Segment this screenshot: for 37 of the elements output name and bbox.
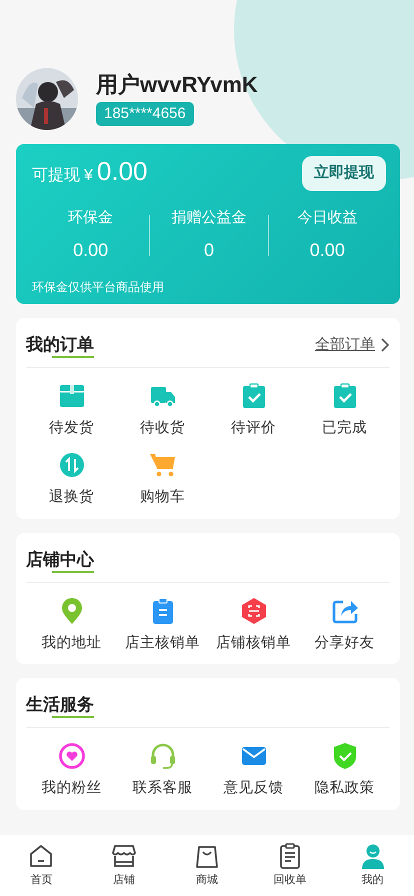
phone-badge: 185****4656 xyxy=(96,102,194,126)
tab-item[interactable]: 商城 xyxy=(166,835,248,896)
balance-amount: 0.00 xyxy=(96,158,148,184)
menu-item[interactable]: 店主核销单 xyxy=(117,596,208,654)
menu-item[interactable]: 购物车 xyxy=(117,451,208,509)
section-title: 店铺中心 xyxy=(26,547,94,572)
menu-item[interactable]: 意见反馈 xyxy=(208,742,299,800)
scan-icon xyxy=(240,596,268,624)
menu-item[interactable]: 我的地址 xyxy=(26,596,117,654)
menu-item[interactable]: 待发货 xyxy=(26,382,117,440)
menu-item[interactable]: 分享好友 xyxy=(299,596,390,654)
menu-item[interactable]: 联系客服 xyxy=(117,742,208,800)
currency-symbol: ¥ xyxy=(84,166,93,186)
tab-item[interactable]: 回收单 xyxy=(248,835,332,896)
headset-icon xyxy=(148,742,176,770)
menu-item[interactable]: 店铺核销单 xyxy=(208,596,299,654)
stat-label: 今日收益 xyxy=(296,208,358,228)
withdrawable-label: 可提现 xyxy=(32,166,80,186)
stat-value: 0.00 xyxy=(72,239,110,262)
wallet-note: 环保金仅供平台商品使用 xyxy=(32,279,165,296)
stat-value: 0 xyxy=(202,239,215,262)
tab-item[interactable]: 首页 xyxy=(0,835,83,896)
tab-item[interactable]: 店铺 xyxy=(82,835,166,896)
withdraw-button[interactable]: 立即提现 xyxy=(302,156,386,190)
exchange-icon xyxy=(58,451,86,480)
stat-label: 捐赠公益金 xyxy=(170,208,248,228)
stat-label: 环保金 xyxy=(67,208,114,228)
menu-item[interactable]: 待收货 xyxy=(117,382,208,440)
stat-value: 0.00 xyxy=(308,239,346,262)
user-name: 用户wvvRYvmK xyxy=(96,72,258,98)
menu-item[interactable]: 已完成 xyxy=(299,382,390,440)
menu-item[interactable]: 退换货 xyxy=(26,451,117,509)
menu-item[interactable]: 隐私政策 xyxy=(299,742,390,800)
chevron-right-icon xyxy=(379,336,390,353)
tab-item[interactable]: 我的 xyxy=(331,835,414,896)
menu-item[interactable]: 我的粉丝 xyxy=(26,742,117,800)
menu-item[interactable]: 待评价 xyxy=(208,382,299,440)
